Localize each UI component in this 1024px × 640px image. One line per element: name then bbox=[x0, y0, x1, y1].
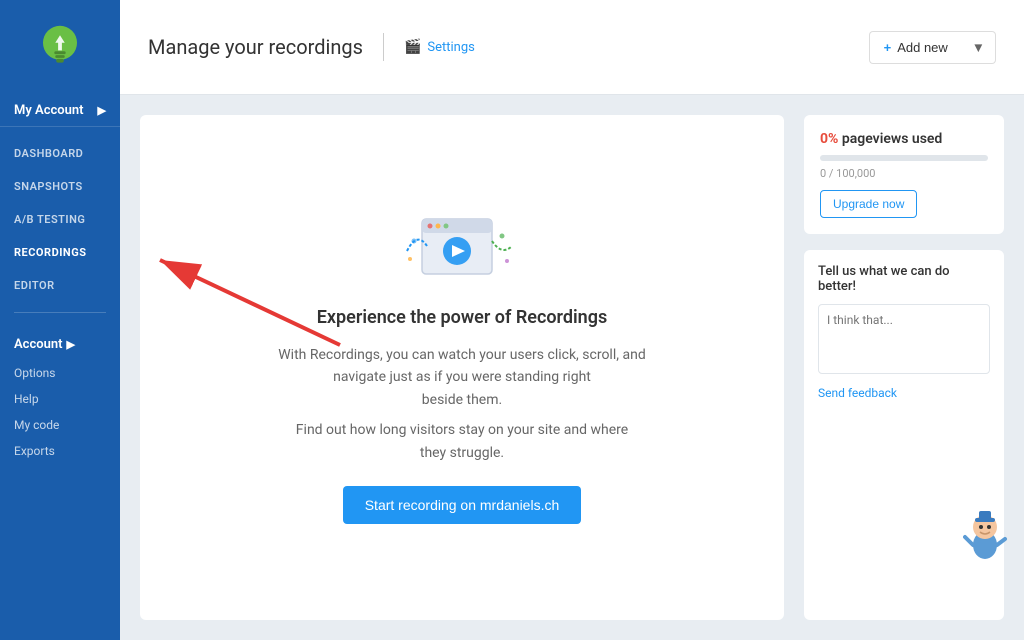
nav-divider bbox=[14, 312, 106, 313]
sidebar-logo-area bbox=[0, 0, 120, 95]
sidebar-item-editor[interactable]: EDITOR bbox=[0, 269, 120, 302]
sidebar-item-help[interactable]: Help bbox=[0, 386, 120, 412]
sidebar-item-options[interactable]: Options bbox=[0, 360, 120, 386]
pageviews-label-suffix: pageviews used bbox=[842, 131, 942, 147]
pageviews-card: 0% pageviews used 0 / 100,000 Upgrade no… bbox=[804, 115, 1004, 234]
send-feedback-link[interactable]: Send feedback bbox=[818, 386, 990, 400]
feedback-card: Tell us what we can do better! Send feed… bbox=[804, 250, 1004, 620]
sidebar-item-snapshots[interactable]: SNAPSHOTS bbox=[0, 170, 120, 203]
empty-state-description: With Recordings, you can watch your user… bbox=[278, 344, 645, 464]
pageviews-title: 0% pageviews used bbox=[820, 131, 988, 147]
main-card: Experience the power of Recordings With … bbox=[140, 115, 784, 620]
account-section: Account ▶ Options Help My code Exports bbox=[0, 323, 120, 470]
sidebar-item-exports[interactable]: Exports bbox=[0, 438, 120, 464]
settings-link[interactable]: 🎬 Settings bbox=[404, 39, 475, 55]
right-panel: 0% pageviews used 0 / 100,000 Upgrade no… bbox=[804, 115, 1004, 620]
sidebar-item-recordings[interactable]: RECORDINGS bbox=[0, 236, 120, 269]
empty-desc-1: With Recordings, you can watch your user… bbox=[278, 344, 645, 411]
settings-label: Settings bbox=[427, 40, 474, 55]
nav-items: DASHBOARD SNAPSHOTS A/B TESTING RECORDIN… bbox=[0, 127, 120, 640]
pageviews-count: 0 / 100,000 bbox=[820, 167, 988, 180]
content-area: Experience the power of Recordings With … bbox=[120, 95, 1024, 640]
top-bar: Manage your recordings 🎬 Settings + Add … bbox=[120, 0, 1024, 95]
my-account-label: My Account bbox=[14, 103, 84, 118]
account-label: Account bbox=[14, 337, 62, 352]
feedback-textarea[interactable] bbox=[818, 304, 990, 374]
add-new-dropdown-button[interactable]: ▼ bbox=[962, 31, 996, 64]
feedback-title: Tell us what we can do better! bbox=[818, 264, 990, 294]
sidebar-item-dashboard[interactable]: DASHBOARD bbox=[0, 137, 120, 170]
pageviews-percent: 0% bbox=[820, 131, 838, 147]
sidebar-item-ab-testing[interactable]: A/B TESTING bbox=[0, 203, 120, 236]
upgrade-button[interactable]: Upgrade now bbox=[820, 190, 917, 218]
logo-icon bbox=[38, 22, 82, 74]
plus-icon: + bbox=[884, 40, 892, 55]
dropdown-arrow-icon: ▼ bbox=[972, 40, 985, 55]
my-account-arrow-icon: ▶ bbox=[98, 104, 106, 117]
title-divider bbox=[383, 33, 384, 61]
add-new-area: + Add new ▼ bbox=[869, 31, 996, 64]
recording-illustration-svg bbox=[402, 211, 522, 291]
empty-desc-2: Find out how long visitors stay on your … bbox=[278, 419, 645, 464]
page-title: Manage your recordings bbox=[148, 35, 363, 59]
recordings-empty-state: Experience the power of Recordings With … bbox=[278, 211, 645, 524]
video-icon: 🎬 bbox=[404, 39, 421, 55]
my-account-header[interactable]: My Account ▶ bbox=[0, 95, 120, 127]
sidebar-item-my-code[interactable]: My code bbox=[0, 412, 120, 438]
recordings-illustration bbox=[402, 211, 522, 291]
add-new-label: Add new bbox=[897, 40, 948, 55]
progress-bar-background bbox=[820, 155, 988, 161]
start-recording-button[interactable]: Start recording on mrdaniels.ch bbox=[343, 486, 582, 524]
feedback-mascot-icon bbox=[963, 507, 1008, 570]
add-new-button[interactable]: + Add new bbox=[869, 31, 962, 64]
main-area: Manage your recordings 🎬 Settings + Add … bbox=[120, 0, 1024, 640]
account-arrow-icon: ▶ bbox=[66, 338, 74, 351]
account-expand-header[interactable]: Account ▶ bbox=[0, 329, 120, 360]
empty-state-title: Experience the power of Recordings bbox=[317, 307, 607, 328]
sidebar: My Account ▶ DASHBOARD SNAPSHOTS A/B TES… bbox=[0, 0, 120, 640]
